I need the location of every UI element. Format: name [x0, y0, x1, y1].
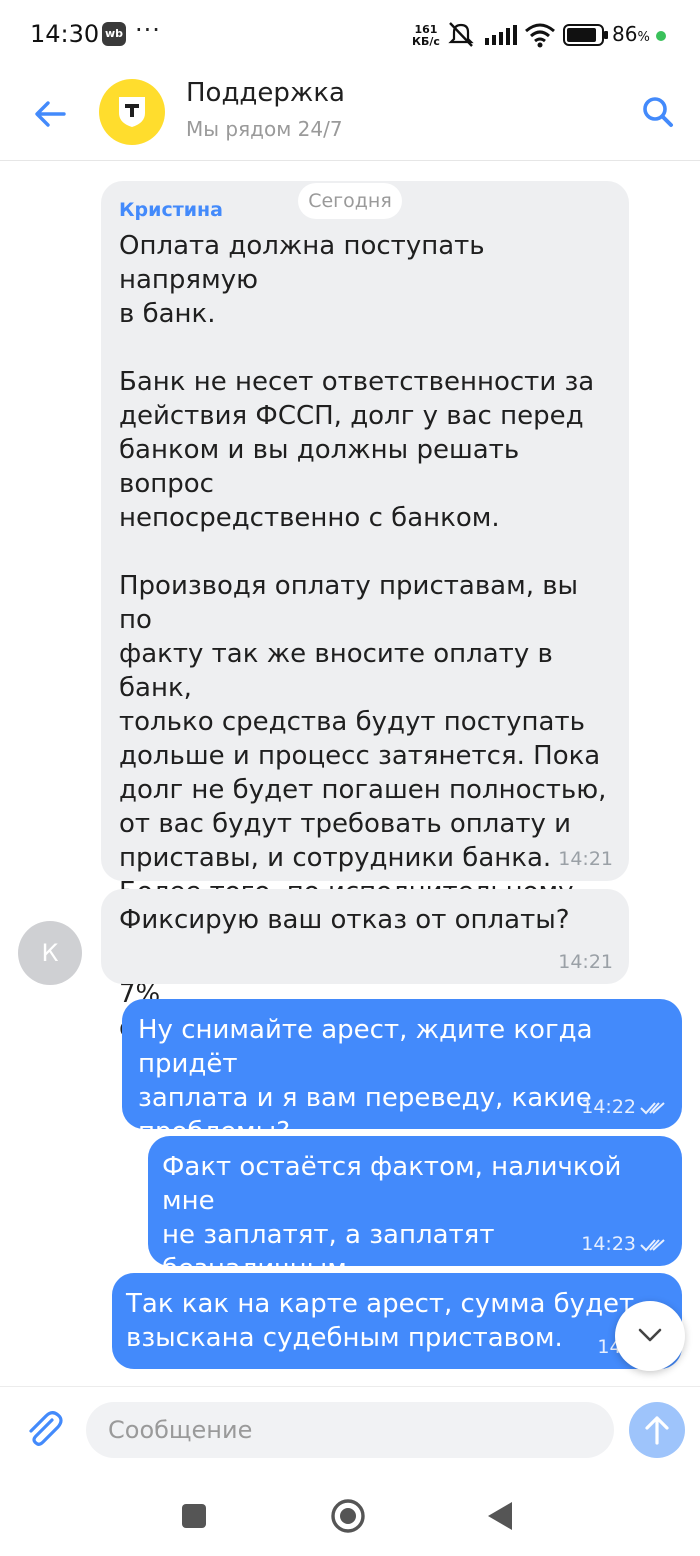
- support-avatar: [99, 79, 165, 145]
- wb-app-icon: wb: [102, 22, 126, 46]
- more-notifications-icon: ···: [135, 16, 161, 44]
- message-bubble-outgoing[interactable]: Факт остаётся фактом, наличкой мне не за…: [148, 1136, 682, 1318]
- status-bar: 14:30 wb ··· 161 КБ/с 86%: [0, 0, 700, 70]
- message-time-status: 14:22: [581, 1097, 666, 1117]
- message-time-status: 14:23: [581, 1234, 666, 1254]
- chat-subtitle: Мы рядом 24/7: [186, 117, 343, 141]
- privacy-indicator-icon: [656, 31, 666, 41]
- message-text: Так как на карте арест, сумма будет взыс…: [126, 1289, 635, 1353]
- signal-icon: [485, 25, 517, 45]
- message-bubble-outgoing[interactable]: Так как на карте арест, сумма будет взыс…: [112, 1273, 682, 1369]
- message-text: Ну снимайте арест, ждите когда придёт за…: [138, 1015, 593, 1147]
- agent-avatar[interactable]: К: [18, 921, 82, 985]
- mute-icon: [448, 22, 474, 47]
- chevron-down-icon: [638, 1328, 662, 1342]
- message-time: 14:21: [558, 951, 613, 973]
- system-navigation-bar: [0, 1476, 700, 1556]
- read-checkmarks-icon: [640, 1238, 665, 1251]
- back-triangle-icon[interactable]: [478, 1494, 522, 1538]
- network-speed: 161 КБ/с: [412, 23, 440, 48]
- chat-header: Поддержка Мы рядом 24/7: [0, 70, 700, 161]
- recent-apps-icon[interactable]: [172, 1494, 216, 1538]
- send-button[interactable]: [629, 1402, 685, 1458]
- arrow-left-icon[interactable]: [28, 92, 72, 136]
- search-icon[interactable]: [636, 90, 680, 134]
- message-input[interactable]: [86, 1402, 614, 1458]
- battery-icon: [563, 24, 608, 46]
- bank-logo-icon: [119, 97, 145, 127]
- message-bubble-outgoing[interactable]: Ну снимайте арест, ждите когда придёт за…: [122, 999, 682, 1147]
- scroll-to-bottom-button[interactable]: [615, 1301, 685, 1371]
- message-bubble-incoming[interactable]: Фиксирую ваш отказ от оплаты? 14:21: [101, 889, 629, 984]
- arrow-up-icon: [645, 1416, 669, 1445]
- message-bubble-incoming[interactable]: Кристина Оплата должна поступать напряму…: [101, 181, 629, 1043]
- message-composer: [0, 1386, 700, 1477]
- home-icon[interactable]: [326, 1494, 370, 1538]
- battery-level: 86%: [612, 22, 650, 46]
- read-checkmarks-icon: [640, 1101, 665, 1114]
- paperclip-icon[interactable]: [22, 1407, 66, 1451]
- chat-title: Поддержка: [186, 78, 345, 108]
- message-time: 14:21: [558, 848, 613, 870]
- date-separator: Сегодня: [298, 183, 402, 219]
- wifi-icon: [525, 23, 555, 48]
- message-text: Фиксирую ваш отказ от оплаты?: [119, 905, 570, 935]
- status-time: 14:30: [30, 20, 100, 48]
